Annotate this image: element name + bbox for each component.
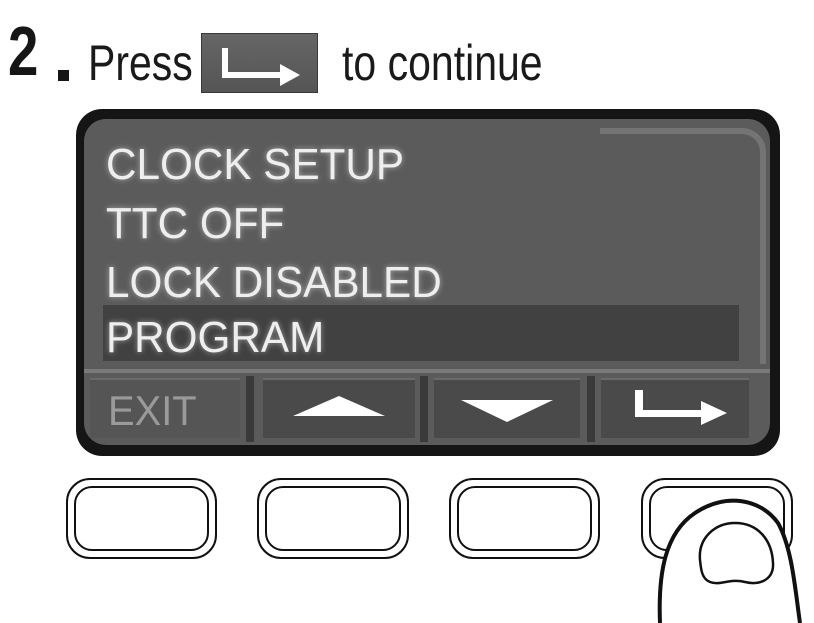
softkey-divider: [246, 376, 254, 442]
softkey-up[interactable]: [263, 378, 415, 438]
softkey-divider: [587, 376, 595, 442]
menu-item-clock-setup[interactable]: CLOCK SETUP: [106, 143, 404, 187]
step-number: 2: [8, 12, 38, 90]
enter-arrow-icon: [222, 48, 300, 86]
softkey-divider: [420, 376, 428, 442]
physical-button-up[interactable]: [257, 478, 409, 559]
continue-label: to continue: [342, 35, 543, 91]
press-label: Press: [88, 35, 193, 91]
finger-icon: [657, 498, 802, 623]
physical-button-exit[interactable]: [66, 478, 217, 559]
enter-arrow-icon: [635, 390, 727, 425]
menu-item-program[interactable]: PROGRAM: [106, 316, 324, 360]
menu-item-lock-disabled[interactable]: LOCK DISABLED: [106, 261, 442, 305]
up-arrow-icon: [293, 396, 385, 416]
menu-item-ttc-off[interactable]: TTC OFF: [106, 202, 284, 246]
softkey-separator: [84, 369, 770, 373]
inline-enter-key: [201, 33, 318, 93]
softkey-enter[interactable]: [601, 378, 749, 438]
down-arrow-icon: [461, 400, 553, 422]
softkey-exit-label: EXIT: [108, 387, 197, 434]
physical-button-down[interactable]: [449, 478, 600, 559]
step-dot: [58, 70, 69, 81]
softkey-down[interactable]: [434, 378, 580, 438]
